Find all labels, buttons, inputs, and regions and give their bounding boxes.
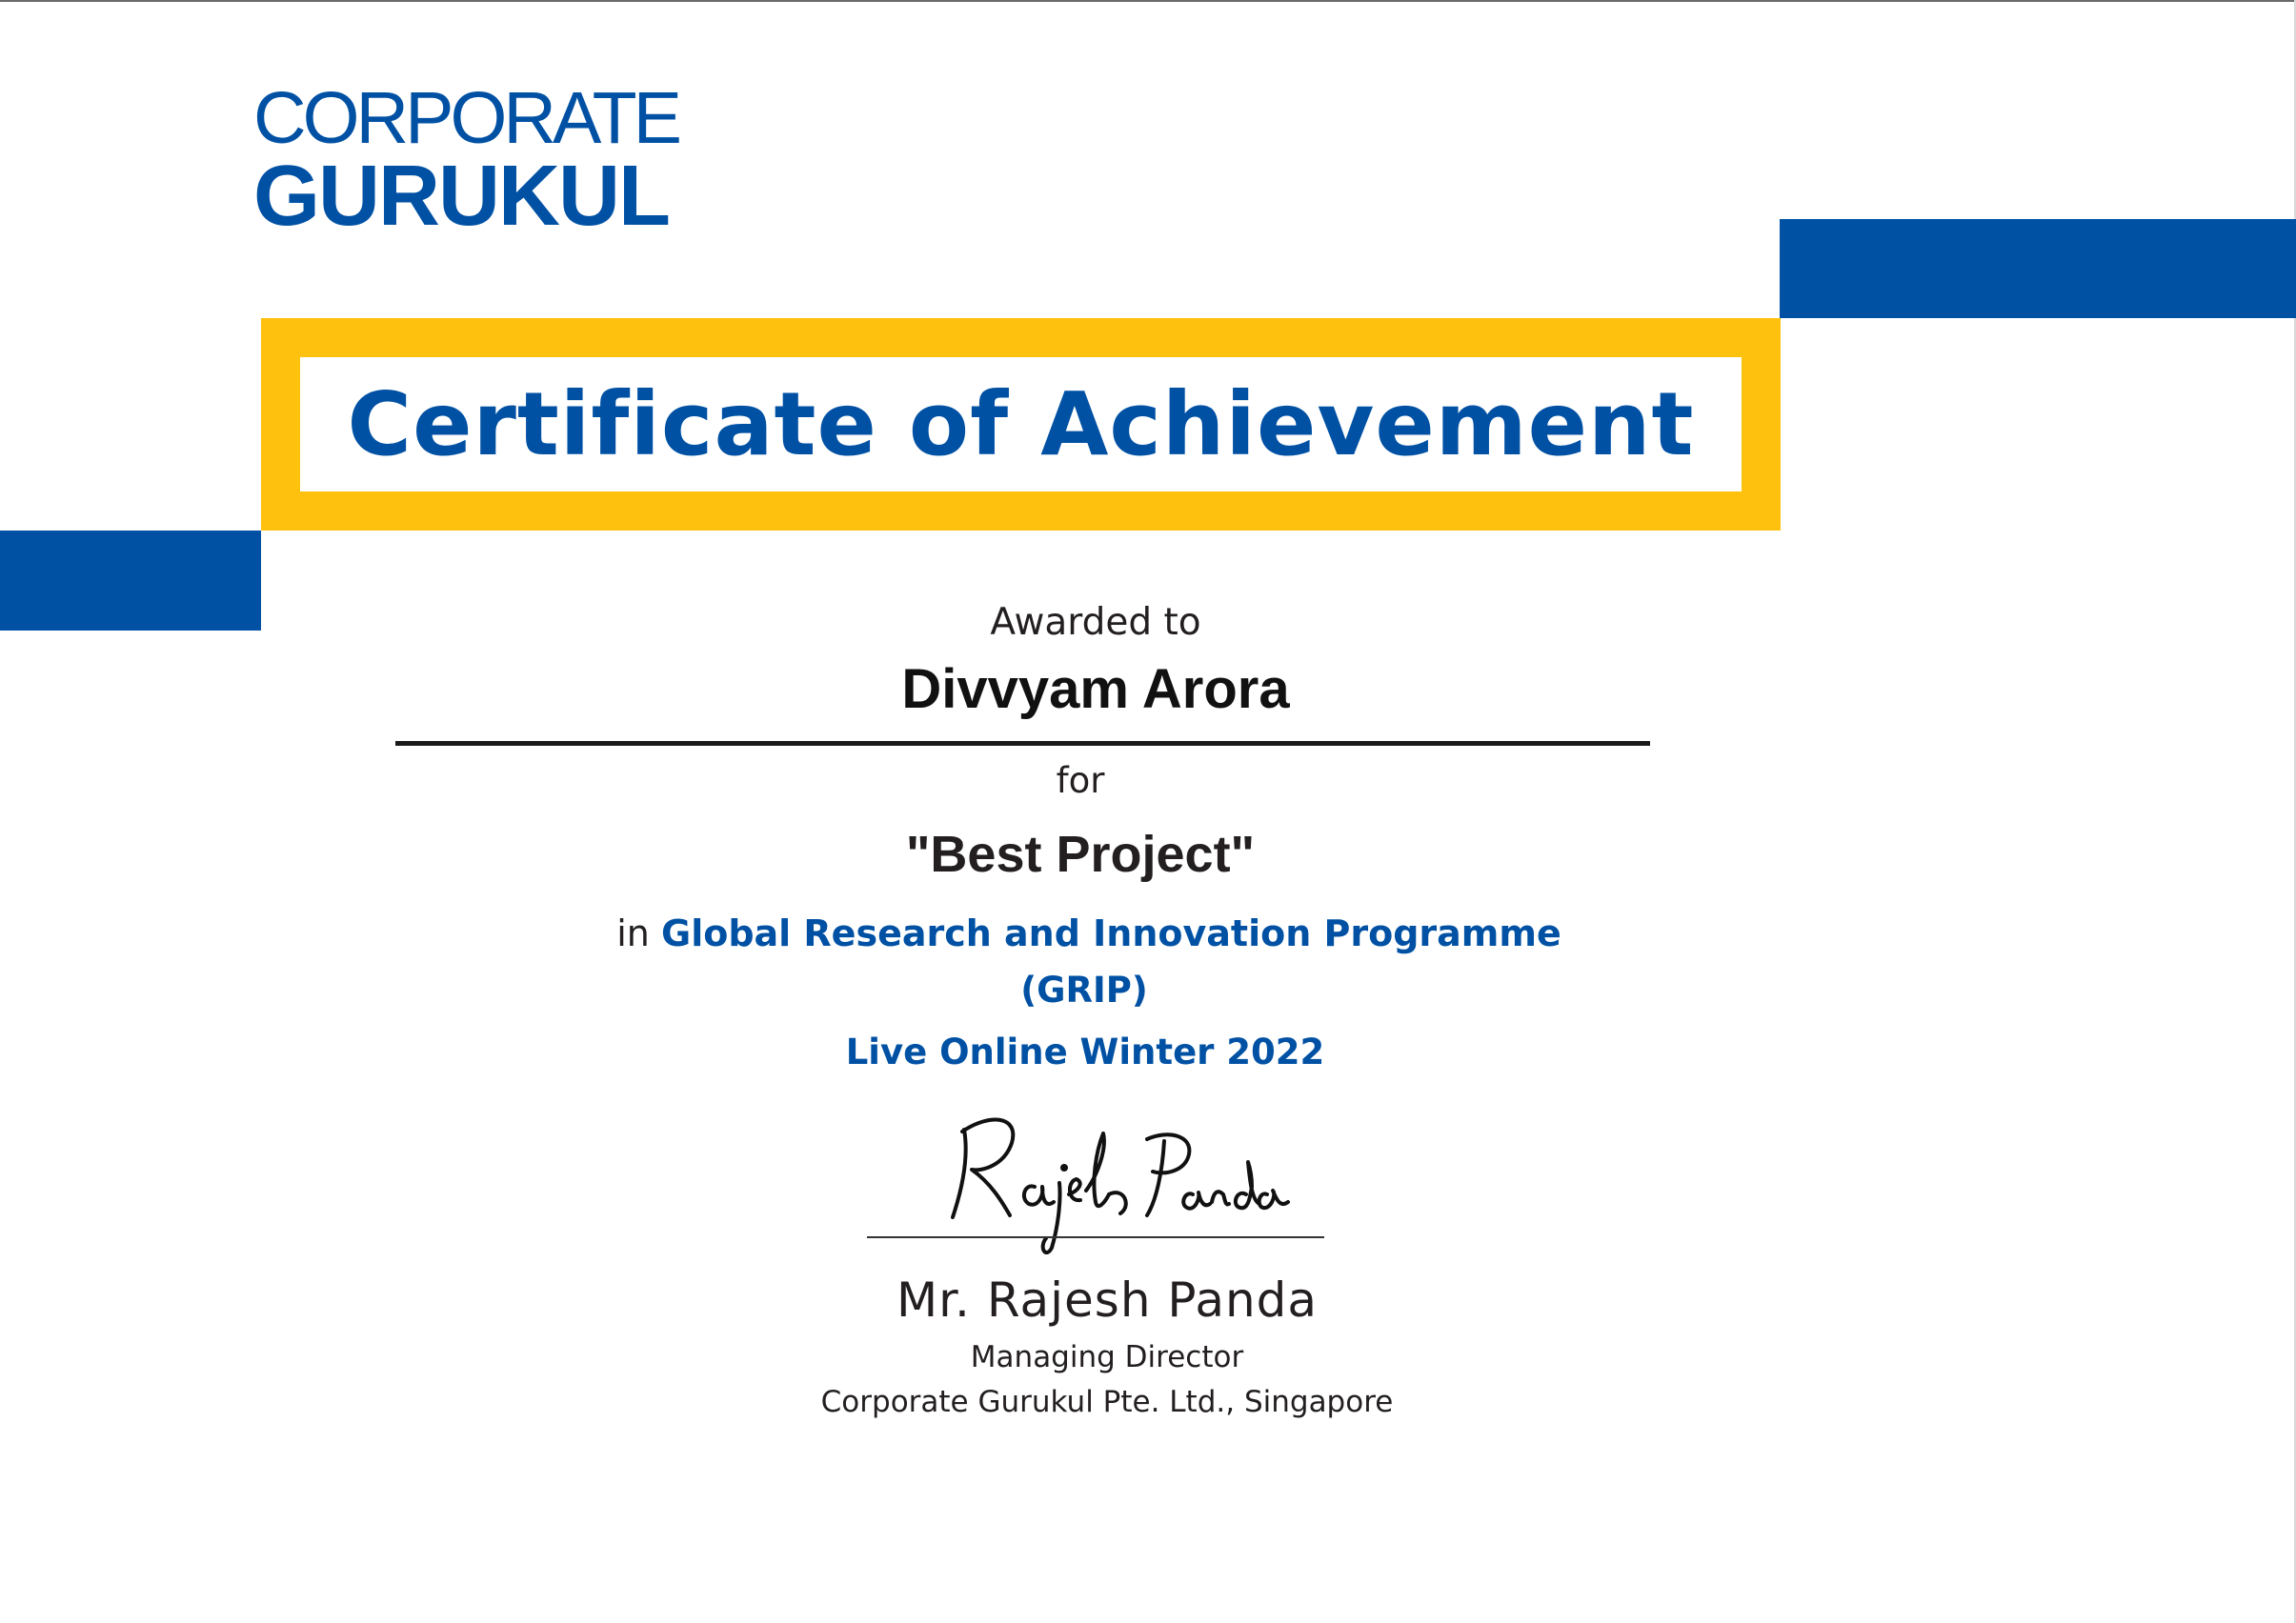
- title-panel: Certificate of Achievement: [300, 357, 1742, 491]
- corporate-gurukul-logo: CORPORATE GURUKUL: [253, 77, 682, 244]
- awarded-to-label: Awarded to: [990, 601, 1201, 644]
- top-border: [0, 0, 2296, 2]
- certificate-title: Certificate of Achievement: [347, 373, 1695, 475]
- certificate-page: CORPORATE GURUKUL Certificate of Achieve…: [0, 0, 2296, 1623]
- handwritten-signature: [951, 1117, 1290, 1254]
- decorative-blue-block-right: [1780, 219, 2296, 318]
- programme-line: in Global Research and Innovation Progra…: [0, 912, 2178, 954]
- logo-line-gurukul: GURUKUL: [253, 149, 671, 244]
- signature-line: [867, 1236, 1324, 1238]
- for-label: for: [1056, 760, 1105, 801]
- programme-abbreviation: (GRIP): [1020, 970, 1148, 1011]
- recipient-underline: [395, 741, 1650, 746]
- recipient-name: Divvyam Arora: [901, 658, 1290, 720]
- signatory-title: Managing Director: [970, 1340, 1244, 1374]
- award-name: "Best Project": [905, 826, 1256, 883]
- programme-session: Live Online Winter 2022: [845, 1032, 1325, 1072]
- signatory-organization: Corporate Gurukul Pte. Ltd., Singapore: [820, 1385, 1394, 1419]
- title-frame: Certificate of Achievement: [261, 318, 1781, 531]
- signatory-name: Mr. Rajesh Panda: [896, 1272, 1319, 1328]
- logo-line-corporate: CORPORATE: [253, 77, 682, 159]
- programme-name: Global Research and Innovation Programme: [661, 912, 1561, 954]
- programme-prefix: in: [616, 912, 650, 954]
